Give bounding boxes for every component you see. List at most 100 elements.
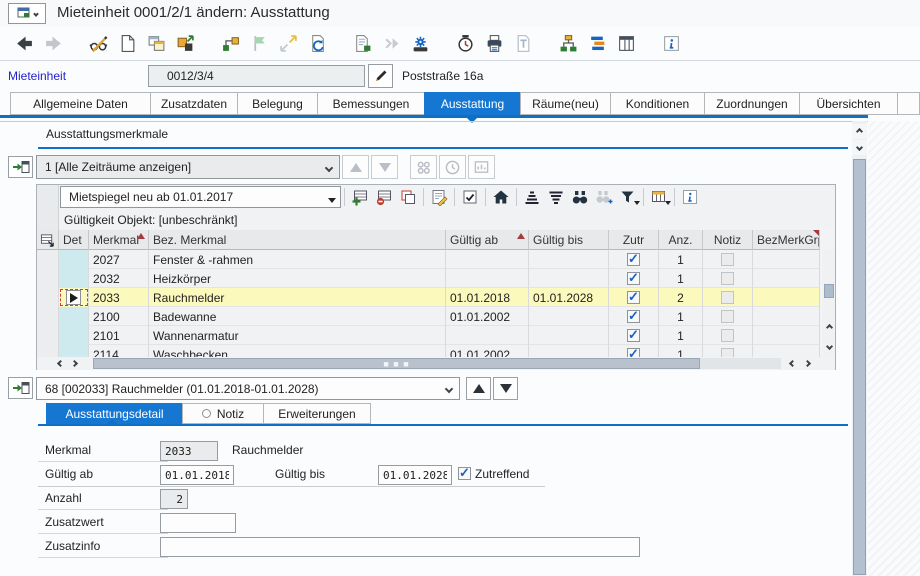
find-button[interactable] — [568, 187, 592, 207]
gueltig-ab-cell[interactable]: 01.01.2002 — [446, 345, 529, 357]
table-row[interactable]: 2027 Fenster & -rahmen 1 — [37, 250, 820, 269]
tab-bemessungen[interactable]: Bemessungen — [317, 92, 424, 115]
set-flag-button[interactable] — [245, 31, 274, 57]
zusatzinfo-field[interactable] — [160, 537, 640, 557]
select-all-header[interactable] — [37, 230, 59, 250]
delete-row-button[interactable] — [372, 187, 396, 207]
table-row[interactable]: 2101 Wannenarmatur 1 — [37, 326, 820, 345]
tab-belegung[interactable]: Belegung — [237, 92, 317, 115]
expand-viewport-button[interactable] — [8, 156, 33, 178]
main-vscroll-thumb[interactable] — [853, 159, 866, 575]
table-row-selected[interactable]: 2033 Rauchmelder 01.01.2018 01.01.2028 2 — [37, 288, 820, 307]
find-next-button[interactable] — [592, 187, 616, 207]
check-button[interactable] — [348, 31, 377, 57]
row-selector-cell[interactable] — [37, 269, 59, 288]
info-button[interactable] — [657, 31, 686, 57]
table-info-button[interactable] — [678, 187, 702, 207]
column-header-merkmal[interactable]: Merkmal — [89, 230, 149, 250]
bezmerkgrp-cell[interactable] — [753, 288, 820, 307]
scroll-entry-down-button[interactable] — [371, 155, 398, 179]
bezmerkgrp-cell[interactable] — [753, 326, 820, 345]
row-selector-cell[interactable] — [37, 345, 59, 357]
tab-raeume-neu[interactable]: Räume(neu) — [520, 92, 610, 115]
sort-descending-button[interactable] — [544, 187, 568, 207]
schedule-button[interactable] — [451, 31, 480, 57]
anz-cell[interactable]: 1 — [659, 345, 703, 357]
services-button[interactable] — [406, 31, 435, 57]
bezmerkgrp-cell[interactable] — [753, 250, 820, 269]
column-header-bezmerkgrp[interactable]: BezMerkGrp — [753, 230, 820, 250]
bezmerkgrp-cell[interactable] — [753, 269, 820, 288]
sort-ascending-button[interactable] — [520, 187, 544, 207]
notiz-cell[interactable] — [703, 288, 753, 307]
main-vertical-scrollbar[interactable] — [852, 121, 867, 576]
notiz-cell[interactable] — [703, 250, 753, 269]
det-cell[interactable] — [59, 269, 89, 288]
note-button[interactable] — [427, 187, 451, 207]
table-scroll-down-button[interactable] — [823, 339, 835, 353]
tab-stub[interactable] — [897, 92, 920, 115]
back-button[interactable] — [10, 31, 39, 57]
hscroll-track[interactable]: ■ ■ ■ — [93, 358, 781, 369]
merkmal-cell[interactable]: 2032 — [89, 269, 149, 288]
notiz-checkbox[interactable] — [721, 291, 734, 304]
bez-merkmal-cell[interactable]: Heizkörper — [149, 269, 446, 288]
notiz-checkbox[interactable] — [721, 329, 734, 342]
gueltig-bis-cell[interactable] — [529, 307, 609, 326]
table-settings-button[interactable] — [647, 187, 671, 207]
det-cell[interactable] — [59, 307, 89, 326]
merkmal-field[interactable] — [160, 441, 218, 461]
column-header-bez-merkmal[interactable]: Bez. Merkmal — [149, 230, 446, 250]
bez-merkmal-cell[interactable]: Waschbecken — [149, 345, 446, 357]
merkmal-cell[interactable]: 2033 — [89, 288, 149, 307]
table-row[interactable]: 2114 Waschbecken 01.01.2002 1 — [37, 345, 820, 357]
tab-notiz[interactable]: Notiz — [182, 403, 263, 424]
bez-merkmal-cell[interactable]: Badewanne — [149, 307, 446, 326]
table-view-button[interactable] — [612, 31, 641, 57]
notiz-cell[interactable] — [703, 345, 753, 357]
notiz-checkbox[interactable] — [721, 348, 734, 357]
copy-button[interactable] — [142, 31, 171, 57]
gueltig-ab-cell[interactable] — [446, 250, 529, 269]
link-objects-button[interactable] — [216, 31, 245, 57]
notiz-cell[interactable] — [703, 326, 753, 345]
gueltig-bis-cell[interactable] — [529, 345, 609, 357]
hscroll-thumb[interactable]: ■ ■ ■ — [93, 358, 700, 369]
merkmal-cell[interactable]: 2114 — [89, 345, 149, 357]
table-horizontal-scrollbar[interactable]: ■ ■ ■ — [37, 357, 835, 370]
merkmal-cell[interactable]: 2101 — [89, 326, 149, 345]
previous-entry-button[interactable] — [466, 377, 491, 400]
table-scroll-right2-button[interactable] — [800, 357, 814, 370]
org-structure-button[interactable] — [554, 31, 583, 57]
notiz-cell[interactable] — [703, 269, 753, 288]
zutr-checkbox[interactable] — [627, 272, 640, 285]
zusatzwert-field[interactable] — [160, 513, 236, 533]
tab-uebersichten[interactable]: Übersichten — [799, 92, 897, 115]
bez-merkmal-cell[interactable]: Wannenarmatur — [149, 326, 446, 345]
gueltig-bis-cell[interactable] — [529, 326, 609, 345]
zutr-checkbox[interactable] — [627, 253, 640, 266]
notiz-cell[interactable] — [703, 307, 753, 326]
gueltig-ab-cell[interactable]: 01.01.2002 — [446, 307, 529, 326]
main-scroll-down-button[interactable] — [852, 140, 867, 155]
anz-cell[interactable]: 1 — [659, 269, 703, 288]
change-object-button[interactable] — [171, 31, 200, 57]
row-selector-cell[interactable] — [37, 250, 59, 269]
zutr-cell[interactable] — [609, 345, 659, 357]
print-button[interactable] — [480, 31, 509, 57]
anz-cell[interactable]: 1 — [659, 307, 703, 326]
det-cell[interactable] — [59, 250, 89, 269]
bezmerkgrp-cell[interactable] — [753, 307, 820, 326]
tab-ausstattung[interactable]: Ausstattung — [424, 92, 520, 115]
expand-detail-button[interactable] — [8, 377, 33, 399]
edit-button[interactable] — [368, 64, 393, 88]
gueltig-bis-cell[interactable] — [529, 250, 609, 269]
overview-button[interactable] — [468, 155, 495, 179]
zutr-cell[interactable] — [609, 307, 659, 326]
row-selector-cell[interactable] — [37, 288, 59, 307]
zutr-checkbox[interactable] — [627, 291, 640, 304]
tab-zusatzdaten[interactable]: Zusatzdaten — [150, 92, 237, 115]
zutreffend-checkbox[interactable] — [458, 467, 471, 480]
table-vscroll-thumb[interactable] — [824, 284, 834, 298]
table-scroll-left2-button[interactable] — [785, 357, 799, 370]
